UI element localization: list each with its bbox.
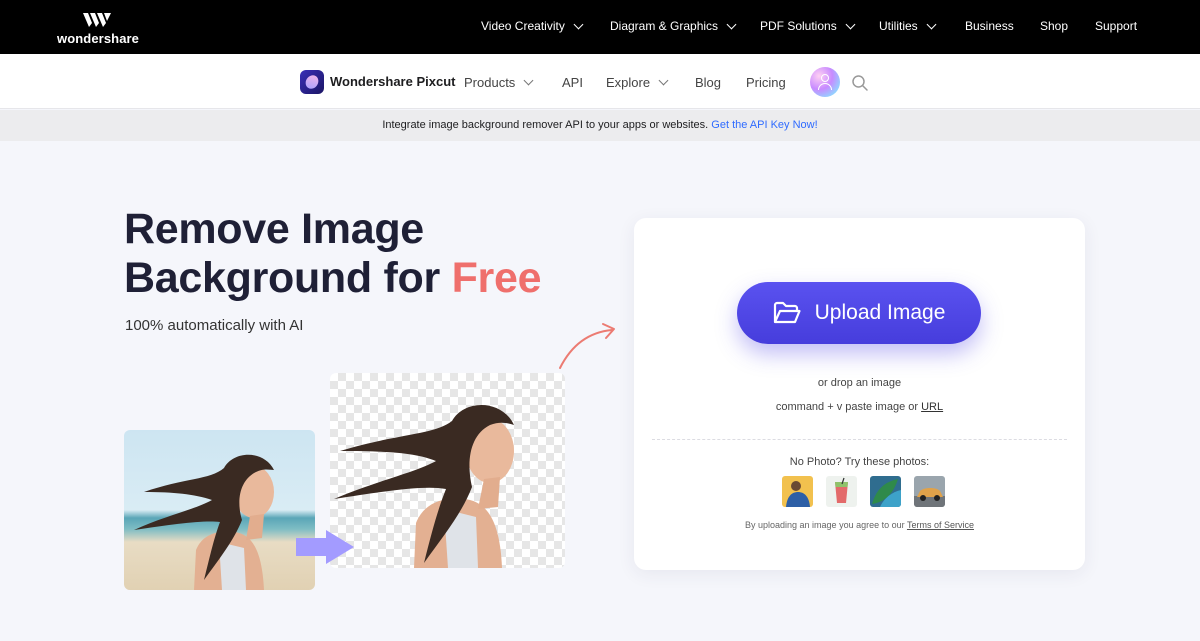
topnav-label: Support [1095, 19, 1138, 33]
drop-image-hint: or drop an image [817, 377, 902, 389]
wondershare-logo-icon [83, 13, 111, 27]
topnav-shop[interactable]: Shop [1040, 19, 1068, 33]
chevron-down-icon [926, 19, 937, 29]
topnav-label: Shop [1040, 19, 1069, 33]
topnav-label: Diagram & Graphics [610, 19, 719, 33]
sample-leaves-thumbnail [870, 476, 901, 507]
terms-text: By uploading an image you agree to our [745, 520, 905, 530]
subnav-products[interactable]: Products [464, 75, 534, 90]
chevron-down-icon [523, 75, 534, 86]
search-icon[interactable] [851, 74, 869, 92]
subnav-label: Blog [695, 75, 722, 90]
paste-hint-text: command + v paste image or [775, 401, 919, 413]
try-sample-photos-label: No Photo? Try these photos: [789, 456, 930, 468]
folder-open-icon [773, 301, 801, 324]
sample-drink-thumbnail [826, 476, 857, 507]
avatar-icon[interactable] [810, 67, 840, 97]
topnav-diagram-graphics[interactable]: Diagram & Graphics [610, 19, 737, 33]
chevron-down-icon [726, 19, 737, 29]
upload-card: Upload Image or drop an image command + … [634, 218, 1085, 570]
topnav-business[interactable]: Business [965, 19, 1014, 33]
subnav-api[interactable]: API [562, 75, 583, 90]
topnav-video-creativity[interactable]: Video Creativity [481, 19, 584, 33]
woman-with-background-illustration [134, 454, 274, 590]
curved-arrow-icon [559, 323, 615, 369]
pixcut-logo-icon[interactable] [300, 70, 324, 94]
chevron-down-icon [845, 19, 856, 29]
announcement-text: Integrate image background remover API t… [382, 119, 709, 131]
sample-photo-drink[interactable] [826, 476, 857, 507]
wondershare-wordmark: wondershare [57, 31, 140, 46]
paste-url-link[interactable]: URL [921, 401, 943, 413]
topnav-label: Video Creativity [481, 19, 565, 33]
api-announcement-bar: Integrate image background remover API t… [0, 110, 1200, 141]
topnav-label: Business [965, 19, 1014, 33]
hero-subtitle: 100% automatically with AI [125, 317, 304, 334]
subnav-label: Explore [606, 75, 651, 90]
subnav-label: API [562, 75, 583, 90]
hero-title: Remove Image Background for Free [124, 205, 542, 303]
paste-image-hint: command + v paste image or URL [634, 401, 1085, 413]
chevron-down-icon [658, 75, 669, 86]
hero-title-highlight: Free [451, 254, 542, 302]
subnav-label: Products [464, 75, 516, 90]
wondershare-topbar: wondershare Video Creativity Diagram & G… [0, 0, 1200, 54]
pixcut-product-name[interactable]: Wondershare Pixcut [330, 74, 455, 89]
get-api-key-link[interactable]: Get the API Key Now! [711, 119, 817, 131]
upload-button-label: Upload Image [814, 301, 946, 324]
terms-of-service-link[interactable]: Terms of Service [907, 520, 974, 530]
subnav-label: Pricing [746, 75, 786, 90]
chevron-down-icon [573, 19, 584, 29]
wondershare-logo[interactable]: wondershare [57, 10, 139, 46]
sample-photo-leaves[interactable] [870, 476, 901, 507]
topnav-pdf-solutions[interactable]: PDF Solutions [760, 19, 856, 33]
sample-photo-man[interactable] [782, 476, 813, 507]
subnav-blog[interactable]: Blog [695, 75, 721, 90]
topnav-label: PDF Solutions [760, 19, 837, 33]
topnav-support[interactable]: Support [1095, 19, 1137, 33]
before-photo-image [124, 430, 315, 590]
subnav-pricing[interactable]: Pricing [746, 75, 786, 90]
dashed-divider [652, 439, 1067, 440]
woman-cutout-illustration [334, 404, 514, 568]
sample-man-thumbnail [782, 476, 813, 507]
after-photo-image [330, 373, 565, 568]
sample-photo-car[interactable] [914, 476, 945, 507]
sample-car-thumbnail [914, 476, 945, 507]
pixcut-nav: Wondershare Pixcut Products API Explore … [0, 54, 1200, 109]
subnav-explore[interactable]: Explore [606, 75, 669, 90]
topnav-label: Utilities [879, 19, 918, 33]
terms-notice: By uploading an image you agree to our T… [634, 520, 1085, 530]
sample-photos [782, 476, 945, 507]
hero-title-line2: Background for [124, 254, 440, 302]
upload-image-button[interactable]: Upload Image [737, 282, 981, 344]
right-arrow-icon [296, 530, 354, 564]
hero-title-line1: Remove Image [124, 205, 424, 253]
topnav-utilities[interactable]: Utilities [879, 19, 937, 33]
